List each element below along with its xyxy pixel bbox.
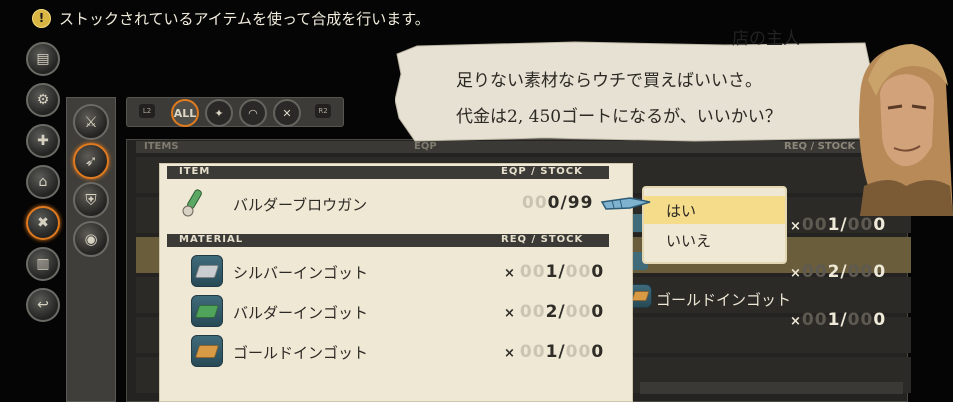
return-icon[interactable]: ↩: [26, 288, 60, 322]
items-column-header: ITEMS: [144, 141, 179, 152]
shopkeeper-portrait: [859, 44, 953, 216]
speech-bubble: [395, 41, 877, 142]
item-eqp-stock: 000/99: [522, 193, 594, 213]
stock-icon[interactable]: ▥: [26, 247, 60, 281]
blowgun-icon: [180, 187, 206, 217]
gear-bag-icon[interactable]: ⚙: [26, 83, 60, 117]
material-header-label: MATERIAL: [179, 234, 244, 245]
accessory-icon[interactable]: ◉: [73, 221, 109, 257]
no-option[interactable]: いいえ: [644, 226, 785, 254]
info-icon: !: [32, 8, 51, 28]
treasure-chest-icon[interactable]: ▤: [26, 42, 60, 76]
material-req-stock: × 002/000: [504, 302, 605, 322]
material-name: シルバーインゴット: [233, 264, 369, 282]
yes-option[interactable]: はい: [644, 196, 785, 224]
bow-icon[interactable]: ➶: [73, 143, 109, 179]
preview-material-name: ゴールドインゴット: [656, 291, 792, 309]
dagger-icon[interactable]: ✦: [205, 99, 233, 127]
speech-line-1: 足りない素材ならウチで買えばいいさ。: [456, 71, 762, 91]
r2-tag: R2: [315, 104, 331, 118]
crossbow-icon[interactable]: ✕: [273, 99, 301, 127]
item-header: ITEM EQP / STOCK: [167, 166, 609, 179]
l2-tag: L2: [139, 104, 155, 118]
material-req-stock: × 001/000: [504, 342, 605, 362]
heal-icon[interactable]: ✚: [26, 124, 60, 158]
material-header: MATERIAL REQ / STOCK: [167, 234, 609, 247]
speech-line-2: 代金は2, 450ゴートになるが、いいかい？: [456, 107, 782, 127]
all-icon[interactable]: ALL: [171, 99, 199, 127]
silver-ingot-icon: [191, 255, 223, 287]
filter-row: L2 ALL ✦ ◠ ✕ R2: [126, 97, 344, 127]
gold-ingot-icon: [191, 335, 223, 367]
preview-req-stock: ×002/000: [790, 262, 887, 282]
baldur-ingot-icon: [191, 295, 223, 327]
item-column-label: EQP / STOCK: [501, 166, 583, 177]
item-header-label: ITEM: [179, 166, 211, 177]
material-column-label: REQ / STOCK: [501, 234, 584, 245]
armor-icon[interactable]: ⛨: [73, 182, 109, 218]
hint-text: ストックされているアイテムを使って合成を行います。: [59, 9, 430, 28]
sword-icon[interactable]: ⚔: [73, 104, 109, 140]
pointer-hand-icon: [600, 197, 651, 210]
preview-req-stock: ×001/000: [790, 310, 887, 330]
material-name: ゴールドインゴット: [233, 344, 369, 362]
list-footer-bar: [640, 382, 903, 394]
camp-icon[interactable]: ⌂: [26, 165, 60, 199]
confirm-choice-box: はい いいえ: [642, 186, 787, 264]
hint-bar: ! ストックされているアイテムを使って合成を行います。: [32, 8, 430, 28]
preview-req-stock: ×001/000: [790, 215, 887, 235]
speaker-name: 店の主人: [732, 29, 800, 49]
material-req-stock: × 001/000: [504, 262, 605, 282]
material-name: バルダーインゴット: [233, 304, 369, 322]
item-name: バルダーブロウガン: [233, 196, 368, 214]
synthesis-icon[interactable]: ✖: [26, 206, 60, 240]
bow-filter-icon[interactable]: ◠: [239, 99, 267, 127]
